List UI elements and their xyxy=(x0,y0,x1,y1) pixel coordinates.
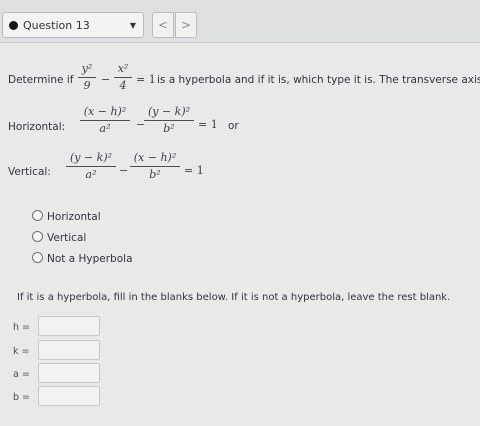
k-input[interactable] xyxy=(38,340,100,360)
blank-label-b: b = xyxy=(13,392,31,403)
question-label: Question 13 xyxy=(23,19,90,32)
fraction-denominator: b² xyxy=(163,122,175,135)
blank-label-a: a = xyxy=(13,369,30,380)
option-horizontal[interactable]: Horizontal xyxy=(32,210,101,223)
option-label: Vertical xyxy=(47,232,87,244)
vertical-form-label: Vertical: xyxy=(8,166,51,178)
question-status-dot-icon xyxy=(9,21,18,30)
option-label: Horizontal xyxy=(47,211,101,223)
radio-button[interactable] xyxy=(32,231,43,242)
h-input[interactable] xyxy=(38,316,100,336)
fraction-numerator: y² xyxy=(81,62,93,75)
horizontal-fraction-2: (y − k)² b² xyxy=(144,106,194,135)
fraction-bar xyxy=(130,166,180,167)
blank-label-k: k = xyxy=(13,346,30,357)
vertical-fraction-1: (y − k)² a² xyxy=(66,152,116,181)
fraction-numerator: (x − h)² xyxy=(133,151,177,164)
option-label: Not a Hyperbola xyxy=(47,253,133,265)
fraction-bar xyxy=(66,166,116,167)
fraction-bar xyxy=(114,77,132,78)
fraction-bar xyxy=(78,77,96,78)
prompt-lead: Determine if xyxy=(8,74,74,86)
fraction-bar xyxy=(80,120,130,121)
equals-one: = 1 xyxy=(184,164,204,177)
horizontal-form-label: Horizontal: xyxy=(8,121,66,133)
question-selector[interactable]: Question 13 ▼ xyxy=(2,12,144,38)
b-input[interactable] xyxy=(38,386,100,406)
previous-question-button[interactable]: < xyxy=(152,12,174,38)
fraction-denominator: 4 xyxy=(119,79,127,92)
radio-button[interactable] xyxy=(32,210,43,221)
fraction-denominator: a² xyxy=(99,122,111,135)
equals-one: = 1 xyxy=(198,118,218,131)
question-toolbar: Question 13 ▼ < > xyxy=(0,0,480,43)
fraction-numerator: (y − k)² xyxy=(69,151,113,164)
or-text: or xyxy=(228,120,239,132)
radio-button[interactable] xyxy=(32,252,43,263)
fraction-denominator: b² xyxy=(149,168,161,181)
minus-sign: − xyxy=(101,73,111,86)
fraction-denominator: 9 xyxy=(83,79,91,92)
fraction-numerator: (x − h)² xyxy=(83,105,127,118)
vertical-fraction-2: (x − h)² b² xyxy=(130,152,180,181)
prompt-fraction-y: y² 9 xyxy=(78,63,96,92)
fraction-numerator: x² xyxy=(117,62,129,75)
option-vertical[interactable]: Vertical xyxy=(32,231,86,244)
fill-blanks-instruction: If it is a hyperbola, fill in the blanks… xyxy=(17,292,451,303)
next-question-button[interactable]: > xyxy=(175,12,197,38)
equals-one: = 1 xyxy=(136,73,156,86)
fraction-denominator: a² xyxy=(85,168,97,181)
prompt-tail: is a hyperbola and if it is, which type … xyxy=(157,74,480,86)
option-not-a-hyperbola[interactable]: Not a Hyperbola xyxy=(32,252,133,265)
a-input[interactable] xyxy=(38,363,100,383)
prompt-fraction-x: x² 4 xyxy=(114,63,132,92)
fraction-bar xyxy=(144,120,194,121)
horizontal-fraction-1: (x − h)² a² xyxy=(80,106,130,135)
chevron-down-icon: ▼ xyxy=(129,21,136,30)
minus-sign: − xyxy=(119,164,129,177)
fraction-numerator: (y − k)² xyxy=(147,105,191,118)
blank-label-h: h = xyxy=(13,322,31,333)
